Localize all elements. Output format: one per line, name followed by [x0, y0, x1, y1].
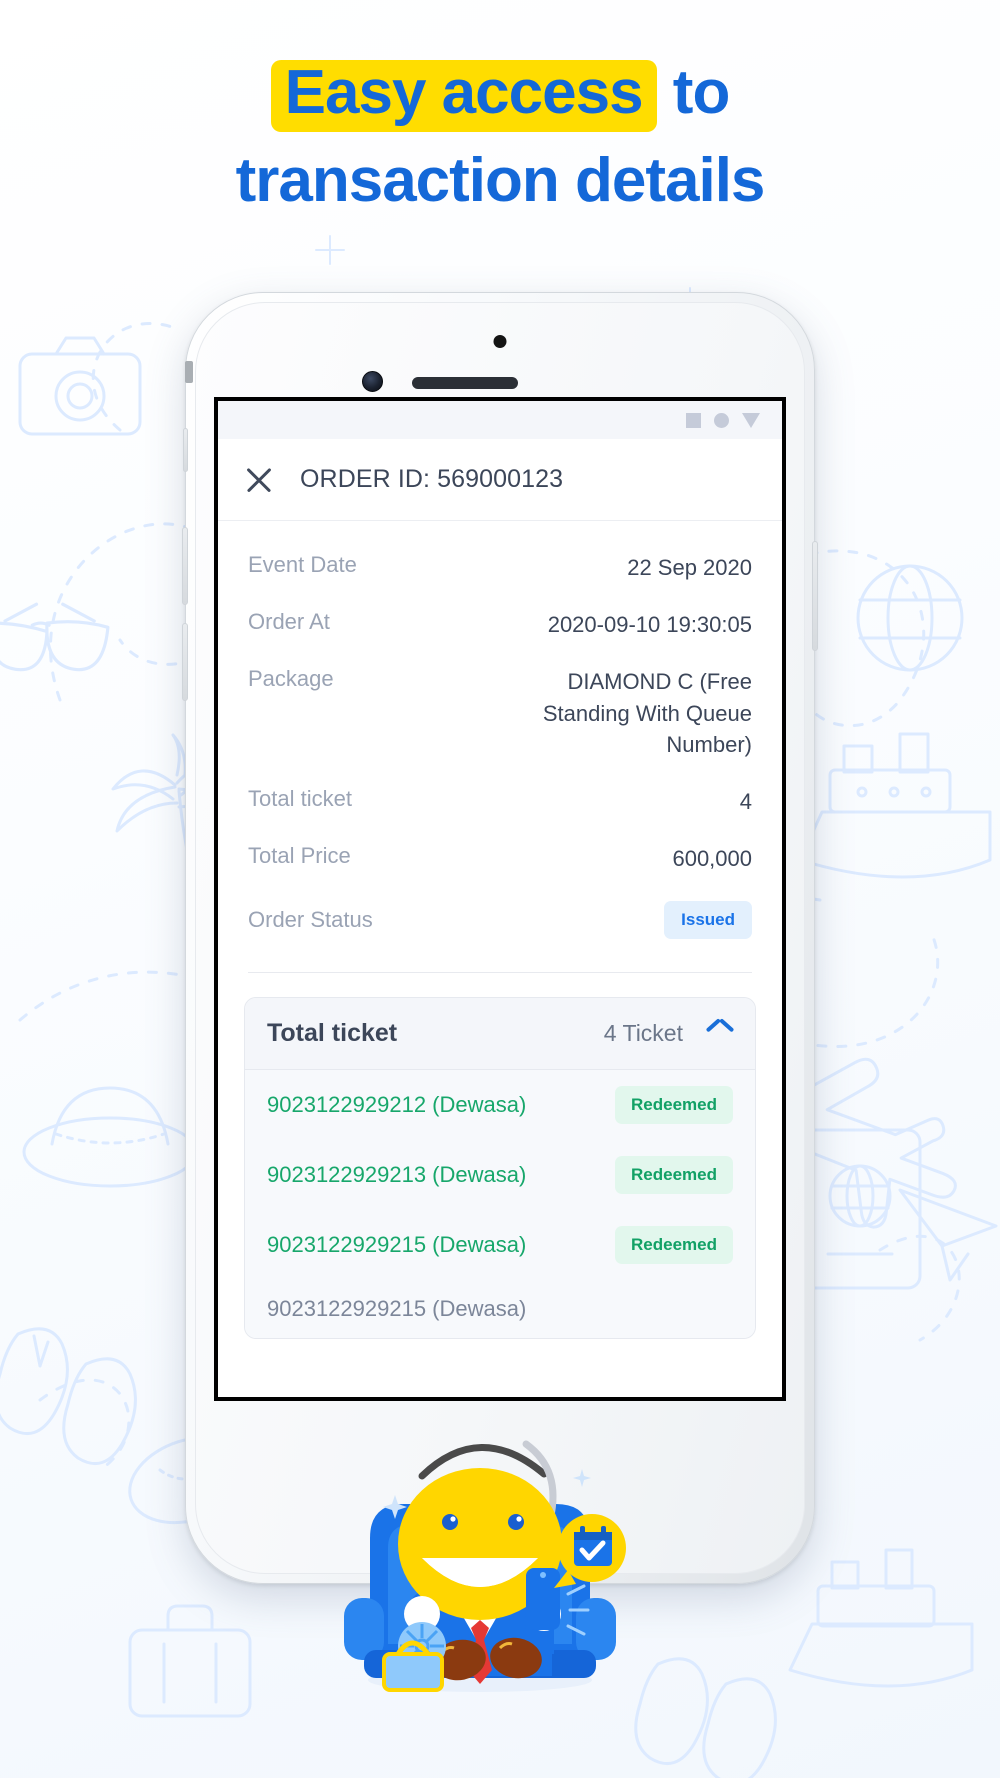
- ticket-status-badge: Redeemed: [615, 1155, 733, 1194]
- detail-label: Total Price: [248, 843, 351, 869]
- yellow-mascot-illustration: [344, 1440, 626, 1692]
- chevron-up-icon[interactable]: [707, 1026, 733, 1041]
- headline-highlight: Easy access: [270, 60, 657, 132]
- detail-label: Event Date: [248, 552, 357, 577]
- circle-icon: [714, 412, 729, 428]
- volume-up-button[interactable]: [182, 527, 188, 605]
- ticket-id: 9023122929215 (Dewasa): [267, 1231, 527, 1257]
- detail-label: Total ticket: [248, 786, 352, 812]
- ticket-row[interactable]: 9023122929215 (Dewasa) Redeemed: [245, 1209, 755, 1280]
- ticket-id: 9023122929213 (Dewasa): [267, 1161, 527, 1187]
- volume-down-button[interactable]: [182, 623, 188, 701]
- ticket-status-badge: Redeemed: [615, 1085, 733, 1124]
- detail-row-total-price: Total Price 600,000: [248, 830, 752, 887]
- status-badge: Issued: [664, 900, 752, 939]
- detail-row-event-date: Event Date 22 Sep 2020: [248, 539, 752, 596]
- detail-value: 4: [739, 789, 752, 815]
- detail-label: Order Status: [248, 906, 373, 932]
- phone-mockup: ORDER ID: 569000123 Event Date 22 Sep 20…: [182, 292, 818, 1584]
- earpiece-speaker: [412, 377, 518, 389]
- ticket-card-header[interactable]: Total ticket 4 Ticket: [245, 997, 755, 1070]
- ticket-list-card: Total ticket 4 Ticket 9023122929212 (Dew…: [244, 996, 756, 1339]
- proximity-sensor-icon: [493, 335, 507, 348]
- detail-value: DIAMOND C (Free Standing With Queue Numb…: [542, 669, 752, 757]
- detail-value: 22 Sep 2020: [627, 555, 752, 580]
- status-bar: [218, 401, 782, 439]
- ticket-count-label: 4 Ticket: [603, 1019, 683, 1046]
- ticket-row[interactable]: 9023122929212 (Dewasa) Redeemed: [245, 1069, 755, 1140]
- detail-value: 600,000: [672, 846, 752, 872]
- page-title: ORDER ID: 569000123: [300, 465, 564, 493]
- ticket-row[interactable]: 9023122929213 (Dewasa) Redeemed: [245, 1139, 755, 1210]
- triangle-down-icon: [742, 412, 760, 428]
- headline-suffix: to: [656, 58, 731, 127]
- app-bar: ORDER ID: 569000123: [218, 439, 782, 521]
- headline-line-1: Easy access to: [0, 58, 1000, 132]
- order-details-list: Event Date 22 Sep 2020 Order At 2020-09-…: [218, 521, 782, 952]
- ticket-row[interactable]: 9023122929215 (Dewasa): [245, 1279, 755, 1338]
- detail-row-package: Package DIAMOND C (Free Standing With Qu…: [248, 653, 752, 773]
- headline-line-2: transaction details: [235, 146, 766, 215]
- ticket-id: 9023122929212 (Dewasa): [267, 1091, 527, 1117]
- headline: Easy access to transaction details: [0, 58, 1000, 215]
- close-icon[interactable]: [244, 465, 274, 495]
- ticket-status-badge: Redeemed: [615, 1225, 733, 1264]
- detail-row-order-at: Order At 2020-09-10 19:30:05: [248, 596, 752, 653]
- section-divider: [248, 971, 752, 973]
- front-camera-icon: [362, 371, 383, 392]
- ticket-card-title: Total ticket: [267, 1018, 398, 1047]
- ticket-id: 9023122929215 (Dewasa): [267, 1295, 527, 1321]
- detail-value: 2020-09-10 19:30:05: [547, 612, 752, 638]
- power-button[interactable]: [812, 541, 818, 651]
- detail-label: Package: [248, 666, 334, 692]
- silent-switch-nub: [185, 361, 193, 383]
- silent-switch-button[interactable]: [183, 428, 188, 472]
- detail-label: Order At: [248, 609, 330, 635]
- detail-row-total-ticket: Total ticket 4: [248, 773, 752, 830]
- phone-screen: ORDER ID: 569000123 Event Date 22 Sep 20…: [214, 397, 786, 1401]
- square-icon: [686, 412, 701, 428]
- ticket-card-header-right: 4 Ticket: [604, 1020, 733, 1047]
- detail-row-order-status: Order Status Issued: [248, 888, 752, 952]
